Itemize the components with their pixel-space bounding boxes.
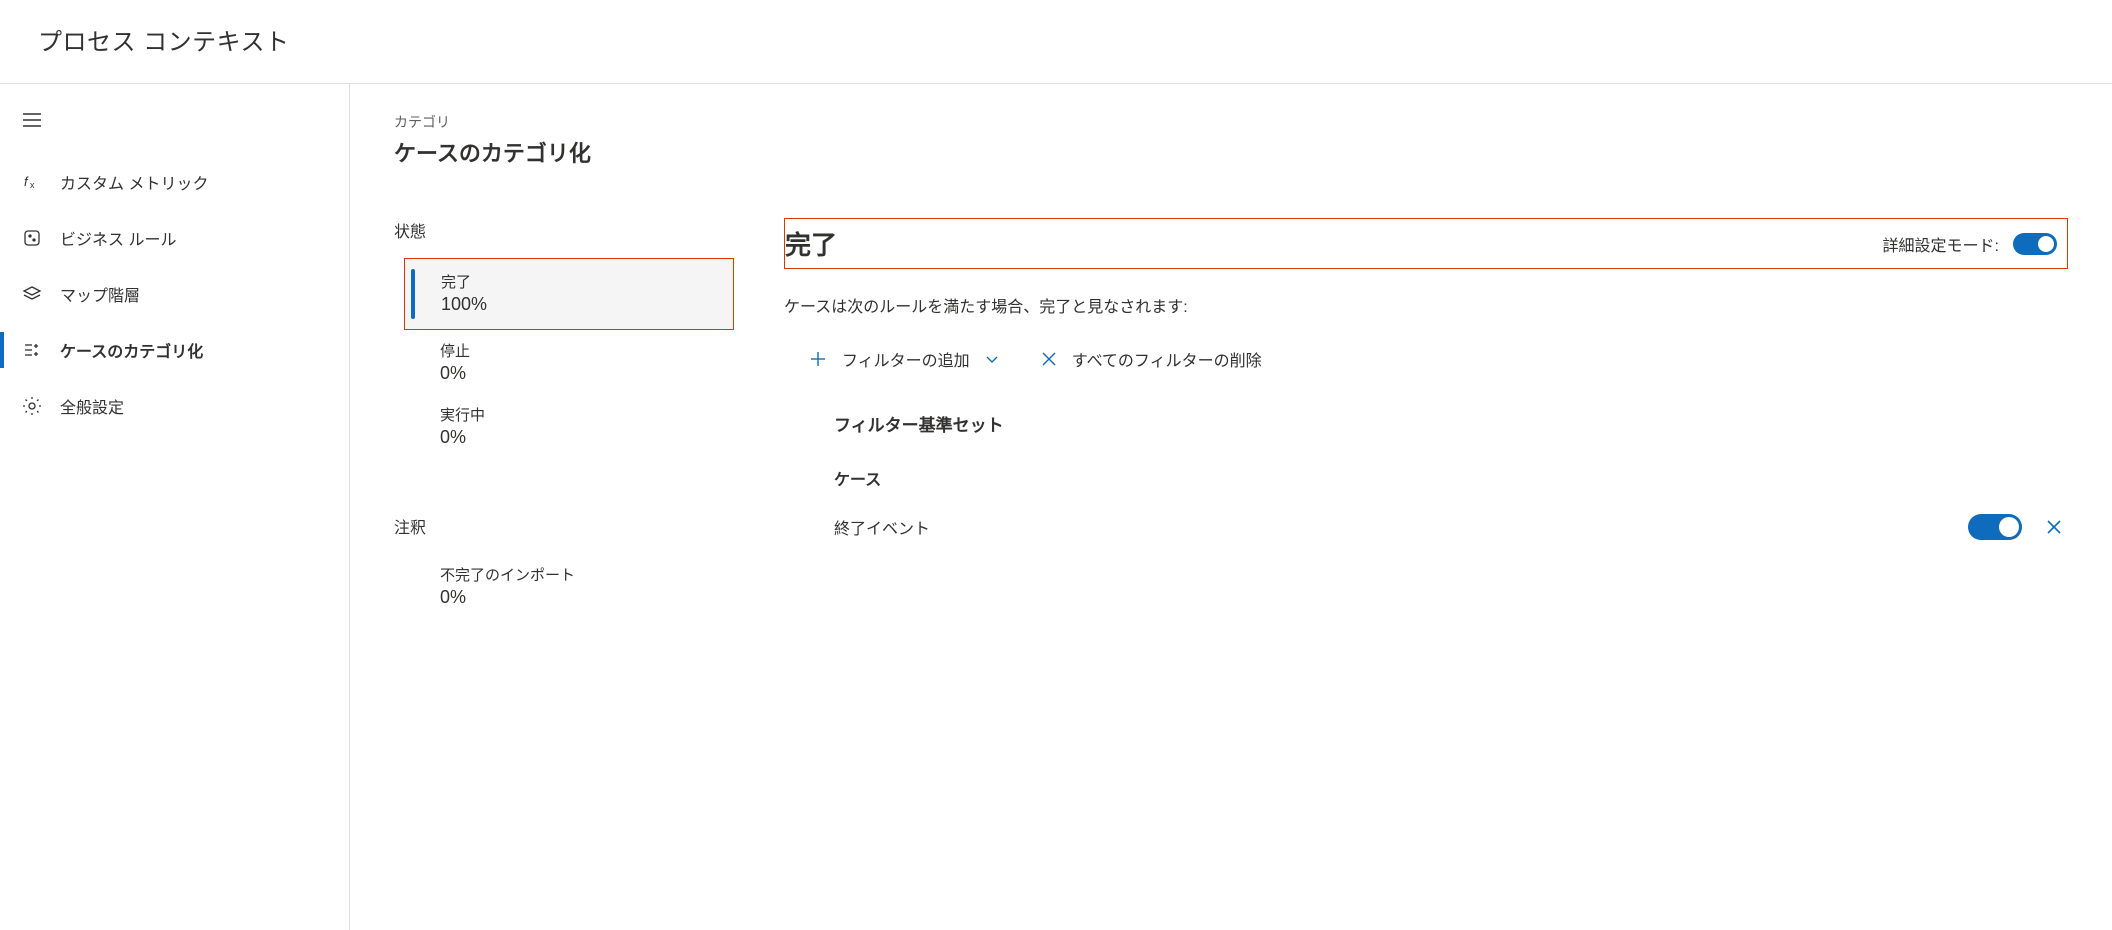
sidebar-item-map-hierarchy[interactable]: マップ階層 xyxy=(0,266,349,322)
svg-text:x: x xyxy=(30,180,35,190)
detail-header: 完了 詳細設定モード: xyxy=(784,218,2068,269)
end-event-toggle[interactable] xyxy=(1968,514,2022,540)
remove-end-event-button[interactable] xyxy=(2044,517,2064,537)
fx-icon: f x xyxy=(22,172,42,192)
sidebar-item-label: ビジネス ルール xyxy=(60,226,176,250)
page-title: ケースのカテゴリ化 xyxy=(394,136,2068,168)
status-card-value: 100% xyxy=(441,294,709,315)
layers-icon xyxy=(22,284,42,304)
detail-column: 完了 詳細設定モード: ケースは次のルールを満たす場合、完了と見なされます: xyxy=(784,218,2068,540)
hamburger-icon xyxy=(22,110,42,130)
status-card-running[interactable]: 実行中 0% xyxy=(394,394,734,458)
toggle-knob xyxy=(2038,236,2054,252)
page-header: プロセス コンテキスト xyxy=(0,0,2112,84)
status-section-label: 状態 xyxy=(394,218,734,242)
status-card-label: 停止 xyxy=(440,340,710,361)
sidebar-toggle-button[interactable] xyxy=(0,94,349,154)
end-event-label: 終了イベント xyxy=(834,515,930,539)
add-filter-button[interactable]: フィルターの追加 xyxy=(808,347,1000,371)
remove-all-filters-button[interactable]: すべてのフィルターの削除 xyxy=(1040,347,1262,371)
sidebar-item-custom-metrics[interactable]: f x カスタム メトリック xyxy=(0,154,349,210)
sidebar-item-business-rules[interactable]: ビジネス ルール xyxy=(0,210,349,266)
rules-icon xyxy=(22,228,42,248)
rule-description: ケースは次のルールを満たす場合、完了と見なされます: xyxy=(784,293,2068,317)
annotation-card-incomplete-import[interactable]: 不完了のインポート 0% xyxy=(394,554,734,618)
breadcrumb: カテゴリ xyxy=(394,112,2068,132)
toggle-knob xyxy=(1999,517,2019,537)
annotation-card-value: 0% xyxy=(440,587,710,608)
annotation-section-label: 注釈 xyxy=(394,514,734,538)
page-header-title: プロセス コンテキスト xyxy=(38,22,2074,57)
filter-actions: フィルターの追加 xyxy=(784,347,2068,371)
end-event-row: 終了イベント xyxy=(834,514,2068,540)
status-card-value: 0% xyxy=(440,363,710,384)
sidebar: f x カスタム メトリック ビジネス ルール xyxy=(0,84,350,930)
remove-all-label: すべてのフィルターの削除 xyxy=(1072,347,1262,371)
sidebar-item-case-categorization[interactable]: ケースのカテゴリ化 xyxy=(0,322,349,378)
svg-text:f: f xyxy=(24,174,29,189)
sidebar-item-label: マップ階層 xyxy=(60,282,140,306)
sidebar-item-general-settings[interactable]: 全般設定 xyxy=(0,378,349,434)
case-label: ケース xyxy=(834,466,2068,490)
main-content: カテゴリ ケースのカテゴリ化 状態 完了 100% 停止 0% 実行中 xyxy=(350,84,2112,930)
sidebar-item-label: 全般設定 xyxy=(60,394,124,418)
detail-title: 完了 xyxy=(785,225,837,262)
advanced-mode-toggle[interactable] xyxy=(2013,233,2057,255)
add-filter-label: フィルターの追加 xyxy=(842,347,970,371)
status-card-label: 実行中 xyxy=(440,404,710,425)
advanced-mode-control: 詳細設定モード: xyxy=(1883,232,2057,256)
status-card-value: 0% xyxy=(440,427,710,448)
x-icon xyxy=(1040,350,1058,368)
categorize-icon xyxy=(22,340,42,360)
status-card-label: 完了 xyxy=(441,271,709,292)
advanced-mode-label: 詳細設定モード: xyxy=(1883,232,1999,256)
sidebar-item-label: カスタム メトリック xyxy=(60,170,208,194)
filter-criteria-set: フィルター基準セット ケース 終了イベント xyxy=(784,411,2068,540)
annotation-card-label: 不完了のインポート xyxy=(440,564,710,585)
status-card-stopped[interactable]: 停止 0% xyxy=(394,330,734,394)
status-column: 状態 完了 100% 停止 0% 実行中 0% 注釈 xyxy=(394,218,734,618)
sidebar-item-label: ケースのカテゴリ化 xyxy=(60,338,203,362)
plus-icon xyxy=(808,349,828,369)
gear-icon xyxy=(22,396,42,416)
filter-set-title: フィルター基準セット xyxy=(834,411,2068,436)
status-card-complete[interactable]: 完了 100% xyxy=(404,258,734,330)
chevron-down-icon xyxy=(984,351,1000,367)
